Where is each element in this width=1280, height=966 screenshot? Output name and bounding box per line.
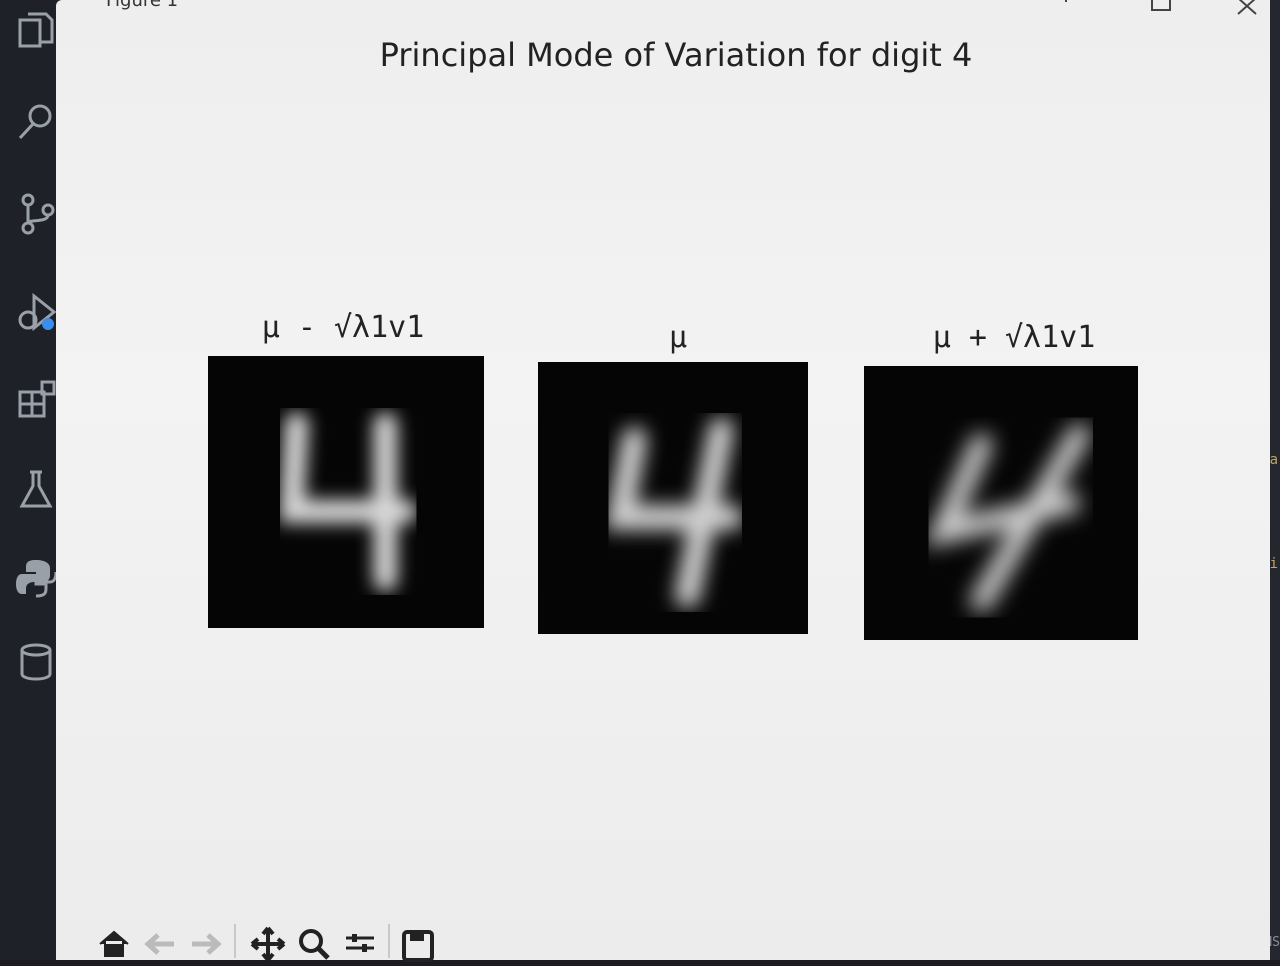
digit-image-mean (538, 362, 808, 634)
database-icon[interactable] (14, 640, 58, 684)
close-icon[interactable] (1234, 0, 1260, 20)
testing-icon[interactable] (14, 468, 58, 512)
configure-subplots-icon[interactable] (342, 926, 378, 962)
digit-image-minus (208, 356, 484, 628)
zoom-icon[interactable] (296, 926, 332, 962)
digit-image-plus (864, 366, 1138, 640)
panel-label-minus: μ - √λ1v1 (261, 310, 425, 345)
pan-icon[interactable] (250, 926, 286, 962)
figure-window: Figure 1 Principal Mode of Variation for… (56, 0, 1270, 962)
back-icon[interactable] (142, 926, 178, 962)
panel-label-plus: μ + √λ1v1 (932, 320, 1096, 355)
search-icon[interactable] (14, 100, 58, 144)
editor-text-fragment: a (1269, 452, 1278, 468)
home-icon[interactable] (96, 926, 132, 962)
maximize-icon[interactable] (1148, 0, 1174, 20)
explorer-icon[interactable] (14, 10, 58, 54)
run-debug-icon[interactable] (14, 292, 58, 336)
figure-title: Principal Mode of Variation for digit 4 (379, 36, 973, 74)
python-icon[interactable] (14, 556, 58, 600)
navigation-toolbar (96, 920, 516, 962)
minimize-icon[interactable] (1054, 0, 1080, 20)
forward-icon[interactable] (188, 926, 224, 962)
window-title: Figure 1 (106, 0, 179, 11)
source-control-icon[interactable] (14, 192, 58, 236)
toolbar-separator (388, 924, 390, 958)
panel-label-mean: μ (668, 320, 688, 355)
toolbar-separator (234, 924, 236, 958)
save-icon[interactable] (400, 926, 436, 962)
window-title-bar: Figure 1 (56, 0, 1270, 22)
extensions-icon[interactable] (14, 378, 58, 422)
